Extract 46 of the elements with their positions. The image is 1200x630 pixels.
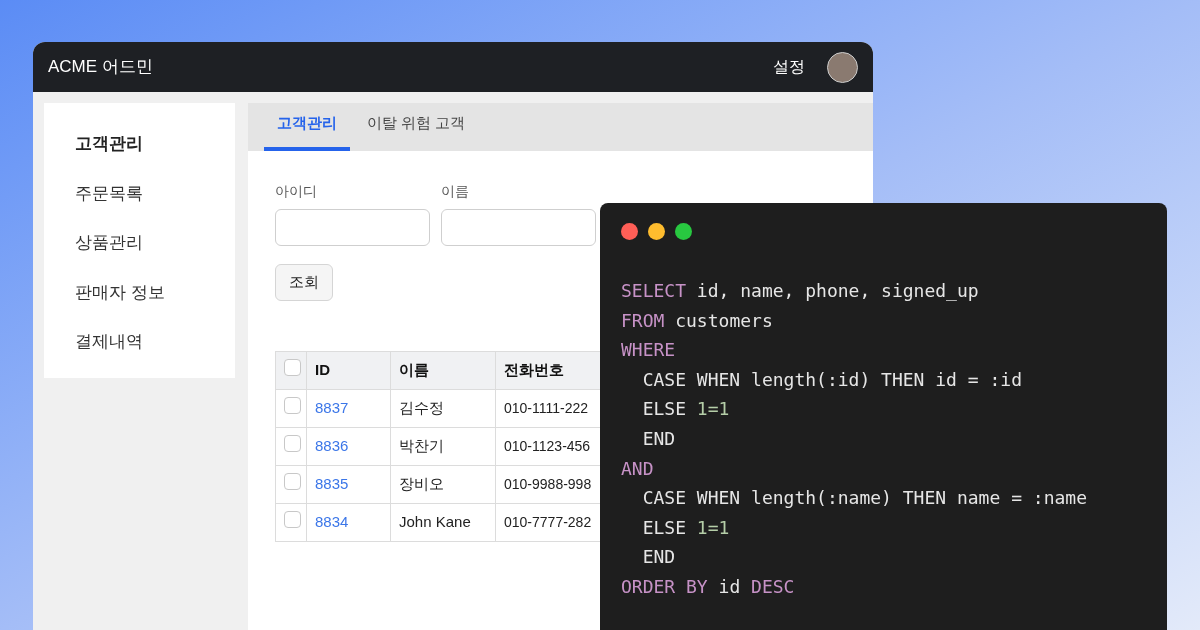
checkbox[interactable] [284, 396, 301, 414]
code-line: FROM customers [621, 309, 773, 331]
checkbox[interactable] [284, 510, 301, 528]
id-link[interactable]: 8834 [315, 513, 349, 531]
sidebar-item[interactable]: 고객관리 [75, 131, 235, 157]
table-cell: John Kane [399, 513, 471, 531]
code-line: CASE WHEN length(:id) THEN id = :id [641, 368, 1022, 390]
code-line: AND [621, 457, 654, 479]
code-line: CASE WHEN length(:name) THEN name = :name [641, 487, 1087, 509]
table-cell: 010-1111-222 [504, 400, 589, 417]
settings-link[interactable]: 설정 [773, 55, 805, 79]
column-header: ID [315, 361, 330, 379]
column-header: 이름 [399, 361, 429, 379]
code-line: ELSE 1=1 [641, 398, 730, 420]
tab[interactable]: 이탈 위험 고객 [354, 111, 479, 151]
tab[interactable]: 고객관리 [264, 111, 350, 151]
code-line: ELSE 1=1 [641, 516, 730, 538]
sidebar-item[interactable]: 판매자 정보 [75, 279, 235, 305]
code-line: ORDER BY id DESC [621, 575, 795, 597]
table-cell: 장비오 [399, 475, 444, 493]
search-button[interactable]: 조회 [275, 264, 333, 301]
field-label: 아이디 [275, 182, 318, 201]
id-link[interactable]: 8836 [315, 437, 349, 455]
table-cell: 010-1123-456 [504, 438, 591, 455]
code-line: SELECT id, name, phone, signed_up [621, 280, 979, 301]
table-cell: 010-7777-282 [504, 514, 592, 531]
code-line: END [641, 427, 676, 449]
input-field[interactable] [441, 209, 596, 246]
checkbox[interactable] [284, 358, 301, 376]
code-line: WHERE [621, 339, 676, 361]
sidebar-item[interactable]: 상품관리 [75, 230, 235, 256]
checkbox[interactable] [284, 472, 301, 490]
code-line: END [641, 546, 676, 568]
sidebar-item[interactable]: 결제내역 [75, 329, 235, 355]
input-field[interactable] [275, 209, 430, 246]
id-link[interactable]: 8835 [315, 475, 349, 493]
sidebar-item[interactable]: 주문목록 [75, 180, 235, 206]
table-cell: 박찬기 [399, 437, 444, 455]
app-title: ACME 어드민 [48, 56, 153, 79]
table-cell: 010-9988-998 [504, 476, 592, 493]
table-cell: 김수정 [399, 399, 444, 417]
field-label: 이름 [441, 182, 470, 201]
column-header: 전화번호 [504, 361, 564, 379]
id-link[interactable]: 8837 [315, 399, 349, 417]
avatar[interactable] [827, 51, 858, 83]
checkbox[interactable] [284, 434, 301, 452]
